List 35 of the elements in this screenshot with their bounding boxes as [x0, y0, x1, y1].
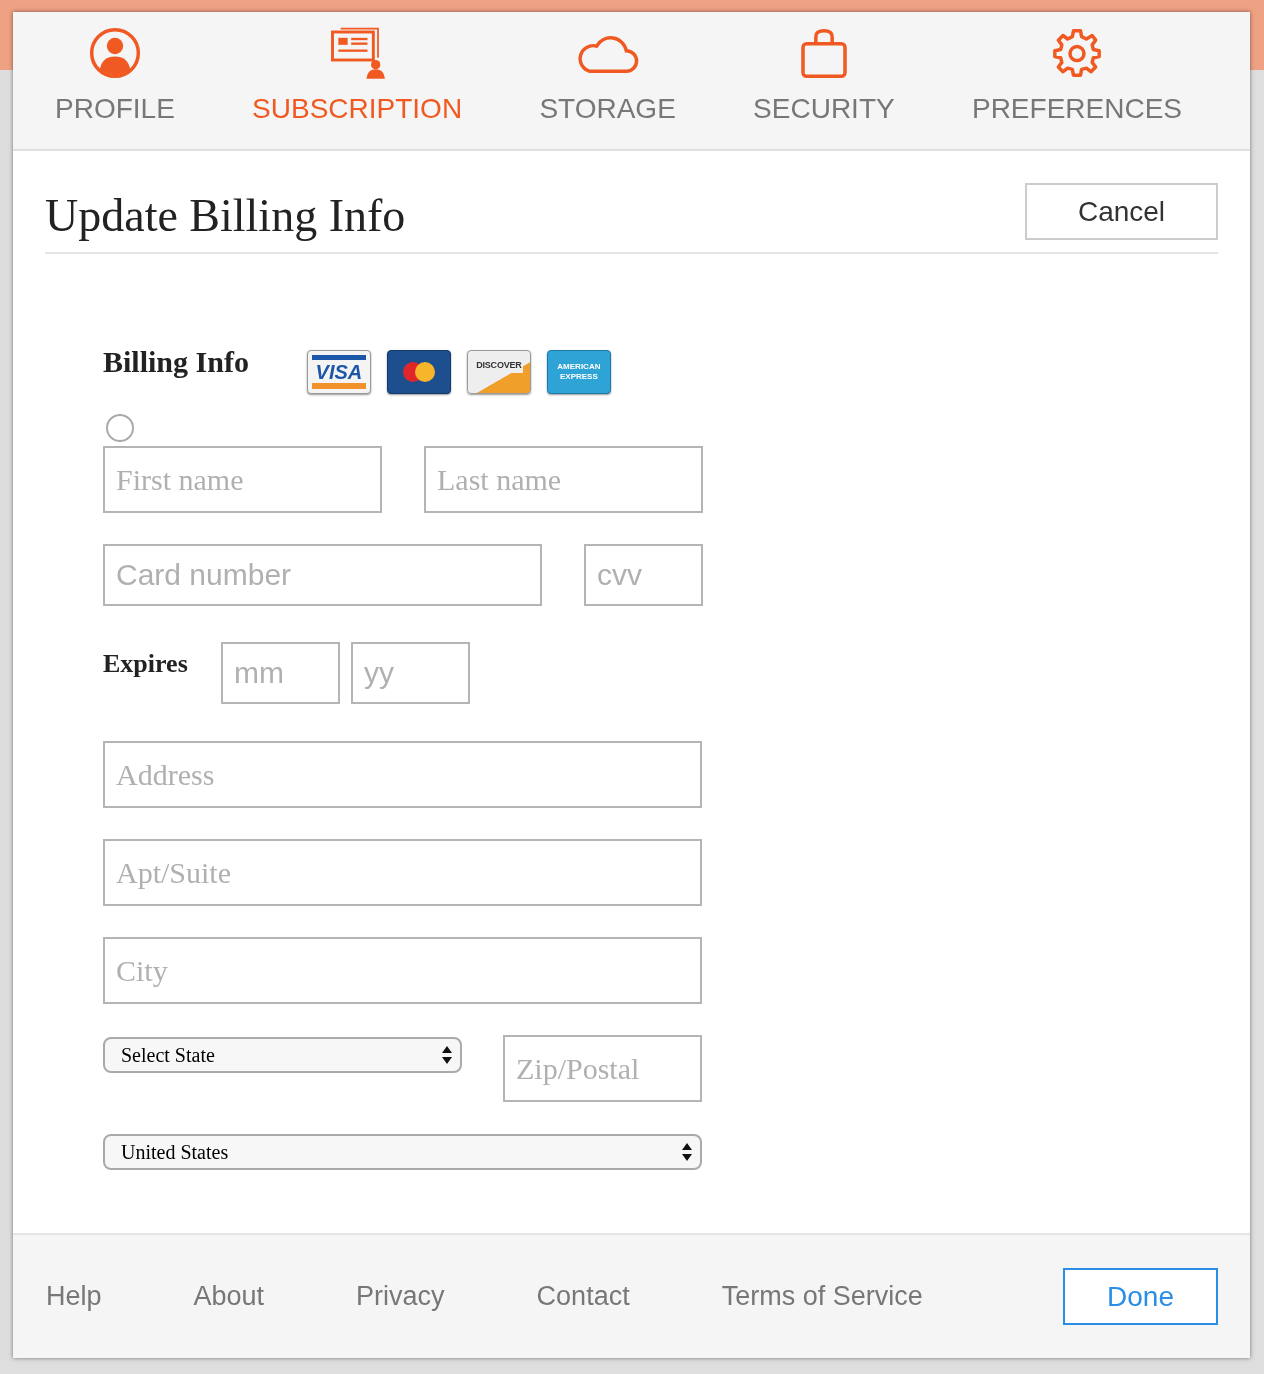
footer-link[interactable]: Help	[46, 1276, 102, 1317]
year-field[interactable]: yy	[351, 642, 470, 704]
tab[interactable]: PREFERENCES	[971, 93, 1182, 125]
tab[interactable]: STORAGE	[539, 93, 676, 125]
card-number-field[interactable]: Card number	[103, 544, 542, 606]
footer-link[interactable]: Terms of Service	[721, 1276, 923, 1317]
apt-suite-field[interactable]: Apt/Suite	[103, 839, 702, 906]
visa-card-logo: VISA	[306, 350, 371, 394]
id-card-icon	[329, 25, 386, 81]
cancel-button[interactable]: Cancel	[1025, 183, 1218, 240]
billing-info-label: Billing Info	[103, 344, 249, 380]
footer-link[interactable]: Privacy	[356, 1276, 445, 1317]
footer-link[interactable]: About	[193, 1276, 265, 1317]
cvv-field[interactable]: cvv	[584, 544, 703, 606]
done-button[interactable]: Done	[1063, 1268, 1218, 1325]
state-select[interactable]: Select State	[103, 1037, 462, 1073]
month-field[interactable]: mm	[221, 642, 340, 704]
page-title: Update Billing Info	[45, 189, 406, 243]
radio-button[interactable]	[106, 414, 134, 442]
amex-card-logo: AMERICAN EXPRESS	[546, 350, 611, 394]
updown-icon	[682, 1142, 692, 1162]
country-select[interactable]: United States	[103, 1134, 702, 1170]
address-field[interactable]: Address	[103, 741, 702, 808]
mastercard-logo	[386, 350, 451, 394]
tab[interactable]: PROFILE	[55, 93, 175, 125]
expires-label: Expires	[103, 648, 189, 680]
tab[interactable]: SUBSCRIPTION	[252, 93, 463, 125]
updown-icon	[442, 1045, 452, 1065]
city-field[interactable]: City	[103, 937, 702, 1004]
last-name-field[interactable]: Last name	[424, 446, 703, 513]
footer-link[interactable]: Contact	[536, 1276, 630, 1317]
discover-card-logo: DISCOVER	[466, 350, 531, 394]
zip-field[interactable]: Zip/Postal	[503, 1035, 702, 1102]
first-name-field[interactable]: First name	[103, 446, 382, 513]
tab[interactable]: SECURITY	[753, 93, 895, 125]
